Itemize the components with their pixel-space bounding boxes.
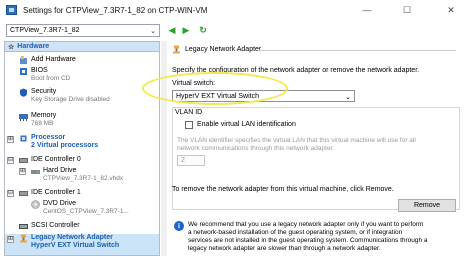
- vlan-help-line: The VLAN identifier specifies the virtua…: [177, 137, 416, 144]
- tree-item-security[interactable]: Security Key Storage Drive disabled: [19, 88, 110, 104]
- tree-item-label: BIOS: [31, 67, 48, 74]
- enable-vlan-label[interactable]: Enable virtual LAN identification: [197, 121, 296, 129]
- vlan-group: VLAN ID Enable virtual LAN identificatio…: [172, 107, 460, 210]
- expand-icon[interactable]: ⊞: [7, 236, 14, 243]
- tree-item-label: Legacy Network Adapter: [31, 234, 113, 241]
- tree-item-sub: CentOS_CTPView_7.3R7-1...: [43, 208, 129, 215]
- info-line: We recommend that you use a legacy netwo…: [188, 221, 424, 228]
- minimize-button[interactable]: —: [352, 0, 382, 20]
- tree-item-label: Memory: [31, 112, 57, 119]
- hardware-header-label: Hardware: [17, 43, 50, 50]
- tree-item-bios[interactable]: BIOS Boot from CD: [19, 67, 70, 83]
- tree-item-dvd-drive[interactable]: DVD Drive CentOS_CTPView_7.3R7-1...: [31, 200, 129, 216]
- tree-item-hard-drive[interactable]: Hard Drive CTPView_7.3R7-1_82.vhdx: [31, 167, 123, 183]
- enable-vlan-checkbox[interactable]: [185, 121, 193, 129]
- toolbar: CTPView_7.3R7-1_82 ⌄ ◀ ▶ ↻: [0, 21, 472, 40]
- refresh-button[interactable]: ↻: [197, 23, 209, 37]
- forward-button[interactable]: ▶: [180, 23, 192, 37]
- tree-item-sub: CTPView_7.3R7-1_82.vhdx: [43, 175, 124, 182]
- star-icon: ☆: [8, 43, 15, 51]
- tree-item-ide-controller-1[interactable]: IDE Controller 1: [19, 189, 81, 198]
- info-line: services are not installed in the guest …: [188, 237, 428, 244]
- tree-item-label: DVD Drive: [43, 200, 77, 207]
- expand-icon[interactable]: ⊞: [19, 168, 26, 175]
- network-adapter-icon: [173, 45, 180, 54]
- tree-item-label: SCSI Controller: [31, 222, 80, 229]
- hard-drive-icon: [31, 170, 40, 174]
- section-title: Legacy Network Adapter: [172, 45, 261, 54]
- shield-icon: [20, 88, 27, 97]
- remove-instruction: To remove the network adapter from this …: [172, 186, 394, 193]
- tree-item-processor[interactable]: Processor 2 Virtual processors: [19, 134, 98, 150]
- info-icon: i: [174, 221, 184, 231]
- scrollbar[interactable]: [460, 41, 468, 256]
- divider: [258, 50, 456, 51]
- hardware-header[interactable]: ☆ Hardware: [5, 42, 159, 52]
- info-line: legacy network adapter are slower than t…: [188, 245, 381, 252]
- info-line: a network-based installation of the gues…: [188, 229, 403, 236]
- memory-icon: [19, 114, 28, 121]
- pane-splitter[interactable]: [161, 41, 167, 256]
- vlan-group-label: VLAN ID: [175, 109, 203, 116]
- tree-item-sub: Key Storage Drive disabled: [31, 96, 110, 103]
- collapse-icon[interactable]: ⊟: [7, 157, 14, 164]
- dvd-drive-icon: [31, 200, 40, 209]
- collapse-icon[interactable]: ⊟: [7, 190, 14, 197]
- vlan-id-input[interactable]: 2: [177, 155, 205, 166]
- close-button[interactable]: ✕: [436, 0, 466, 20]
- add-hardware-icon: [20, 56, 27, 64]
- maximize-button[interactable]: ☐: [392, 0, 422, 20]
- hardware-tree: ☆ Hardware Add Hardware BIOS Boot from C…: [4, 41, 160, 256]
- ide-controller-icon: [19, 158, 28, 163]
- highlight-annotation: [142, 72, 288, 105]
- tree-item-label: Security: [31, 88, 57, 95]
- window-title: Settings for CTPView_7.3R7-1_82 on CTP-W…: [23, 5, 208, 15]
- tree-item-sub: 768 MB: [31, 120, 54, 127]
- bios-icon: [20, 68, 27, 75]
- tree-item-memory[interactable]: Memory 768 MB: [19, 112, 56, 128]
- vm-selector[interactable]: CTPView_7.3R7-1_82 ⌄: [6, 24, 160, 37]
- network-adapter-icon: [20, 234, 27, 243]
- expand-icon[interactable]: ⊞: [7, 136, 14, 143]
- ide-controller-icon: [19, 191, 28, 196]
- tree-item-label: IDE Controller 0: [31, 156, 81, 163]
- back-button[interactable]: ◀: [166, 23, 178, 37]
- section-title-label: Legacy Network Adapter: [185, 46, 262, 53]
- tree-item-label: IDE Controller 1: [31, 189, 81, 196]
- tree-item-label: Add Hardware: [31, 56, 76, 63]
- processor-icon: [20, 135, 27, 142]
- remove-button[interactable]: Remove: [398, 199, 456, 212]
- chevron-down-icon: ⌄: [150, 28, 156, 35]
- tree-item-add-hardware[interactable]: Add Hardware: [19, 56, 76, 65]
- vm-selector-value: CTPView_7.3R7-1_82: [10, 27, 80, 34]
- tree-item-sub: 2 Virtual processors: [31, 142, 99, 149]
- settings-app-icon: [6, 5, 17, 15]
- vlan-help-line: network communications through this netw…: [177, 145, 335, 152]
- tree-item-legacy-network-adapter[interactable]: Legacy Network Adapter HyperV EXT Virtua…: [19, 234, 119, 250]
- tree-item-ide-controller-0[interactable]: IDE Controller 0: [19, 156, 81, 165]
- scsi-controller-icon: [19, 224, 28, 229]
- tree-item-sub: HyperV EXT Virtual Switch: [31, 242, 120, 249]
- tree-item-sub: Boot from CD: [31, 75, 71, 82]
- chevron-down-icon: ⌄: [345, 94, 351, 101]
- tree-item-label: Processor: [31, 134, 66, 141]
- tree-item-label: Hard Drive: [43, 167, 77, 174]
- tree-item-scsi-controller[interactable]: SCSI Controller: [19, 222, 80, 231]
